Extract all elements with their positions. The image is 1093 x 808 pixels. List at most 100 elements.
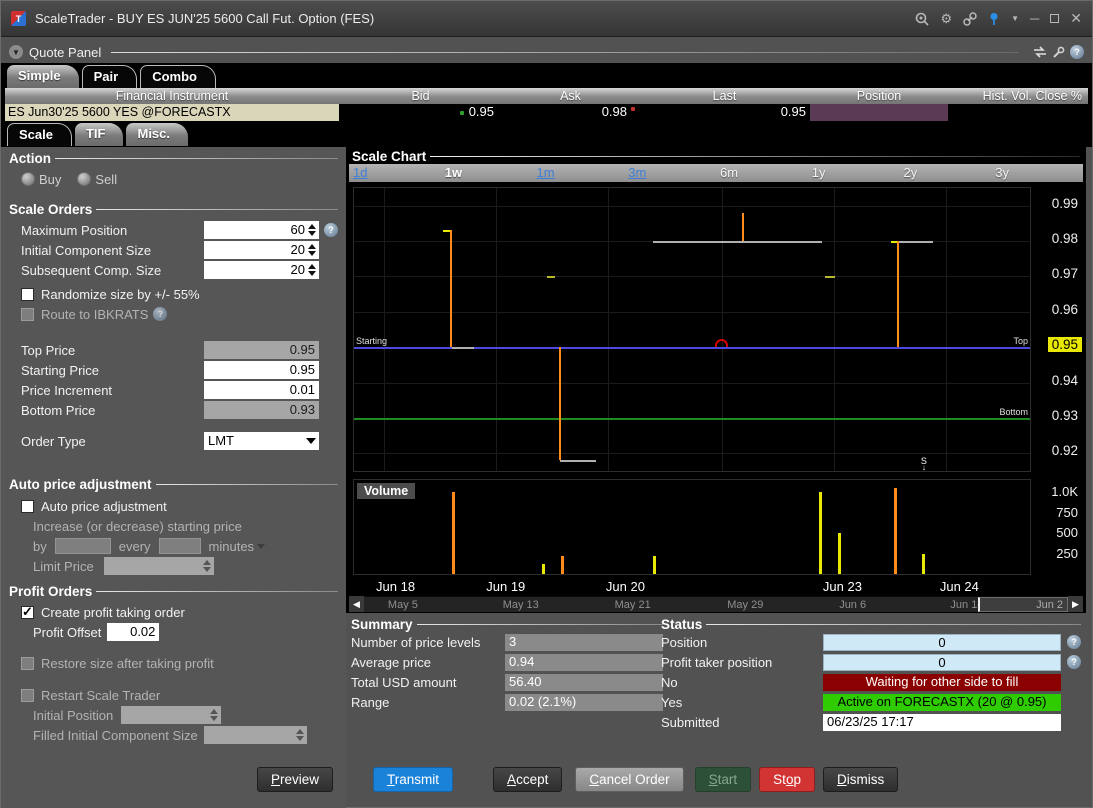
scale-chart-header: Scale Chart [346,147,1086,163]
scrollbar-thumb[interactable]: Jun 2 [978,597,1068,612]
price-tick: 0.94 [1052,373,1078,388]
top-price-field: 0.95 [204,341,319,359]
wrench-icon[interactable] [1052,46,1065,59]
zoom-icon[interactable] [915,12,929,26]
price-segment [898,241,933,243]
cancel-order-button[interactable]: Cancel Order [575,767,683,792]
subsequent-component-field[interactable]: 20 [204,261,319,279]
gear-icon[interactable]: ⚙ [940,12,952,25]
gridline [354,276,1030,277]
max-position-help-icon[interactable] [324,223,338,237]
help-icon[interactable] [1070,45,1084,59]
tab-misc[interactable]: Misc. [126,123,188,146]
quote-row[interactable]: ES Jun30'25 5600 YES @FORECASTX 0.95 0.9… [5,104,1088,121]
action-buttons: PreviewTransmitAcceptCancel OrderStartSt… [257,767,898,792]
minimize-icon[interactable]: ─ [1030,12,1039,25]
profit-taker-help-icon[interactable] [1067,655,1081,669]
tab-pair[interactable]: Pair [82,65,138,88]
volume-plot[interactable]: Volume [353,479,1031,575]
summary-label: Number of price levels [351,635,505,650]
price-tick: 0.98 [1052,231,1078,246]
position-help-icon[interactable] [1067,635,1081,649]
bid-cell[interactable]: 0.95 [339,104,502,121]
stop-button[interactable]: Stop [759,767,815,792]
hist-vol-cell[interactable] [948,104,1088,121]
summary-label: Range [351,695,505,710]
active-status-badge: Active on FORECASTX (20 @ 0.95) [823,694,1061,711]
profit-offset-field[interactable]: 0.02 [107,623,159,641]
route-ibkrats-label: Route to IBKRATS [41,307,148,322]
maximize-icon[interactable] [1050,14,1059,23]
price-level-label: Top [1013,336,1028,346]
spinner-icon[interactable] [306,262,318,278]
swap-icon[interactable] [1033,46,1047,58]
position-cell[interactable] [810,104,948,121]
sell-radio [77,172,91,186]
col-financial-instrument: Financial Instrument [5,88,339,104]
tab-tif[interactable]: TIF [75,123,124,146]
subsequent-component-row: Subsequent Comp. Size 20 [9,260,338,280]
price-spike [450,230,452,347]
sell-label: Sell [95,172,117,187]
filled-initial-field [204,726,307,744]
tab-combo[interactable]: Combo [140,65,216,88]
scaletrader-window: T ScaleTrader - BUY ES JUN'25 5600 Call … [0,0,1093,808]
ask-cell[interactable]: 0.98 [502,104,639,121]
preview-button[interactable]: Preview [257,767,333,792]
initial-position-field [121,706,221,724]
starting-price-field[interactable]: 0.95 [204,361,319,379]
scroll-right-icon[interactable]: ▶ [1068,596,1083,612]
caret-down-icon[interactable]: ▼ [1011,12,1019,25]
x-axis-label: Jun 19 [486,579,525,594]
spinner-icon[interactable] [306,222,318,238]
order-type-dropdown[interactable]: LMT [204,432,319,450]
summary-value: 0.02 (2.1%) [505,694,663,711]
price-tick: 0.96 [1052,302,1078,317]
initial-component-field[interactable]: 20 [204,241,319,259]
range-tab-1m[interactable]: 1m [533,164,625,182]
dismiss-button[interactable]: Dismiss [823,767,898,792]
auto-price-checkbox[interactable] [21,500,34,513]
link-icon[interactable] [963,12,977,26]
auto-price-row: Auto price adjustment [9,496,338,516]
price-tick: 0.92 [1052,443,1078,458]
close-icon[interactable]: ✕ [1070,12,1082,25]
randomize-checkbox[interactable] [21,288,34,301]
tab-scale[interactable]: Scale [7,123,72,146]
scroll-left-icon[interactable]: ◀ [349,596,364,612]
price-tick: 0.99 [1052,196,1078,211]
tab-simple[interactable]: Simple [7,65,79,88]
volume-tick: 250 [1056,546,1078,561]
transmit-button[interactable]: Transmit [373,767,453,792]
collapse-caret-icon[interactable]: ▼ [9,45,23,59]
col-ask: Ask [502,88,639,104]
range-tab-1w[interactable]: 1w [441,164,533,182]
price-plot[interactable]: StartingTopBottomS↓ [353,187,1031,472]
price-increment-field[interactable]: 0.01 [204,381,319,399]
range-tab-3m[interactable]: 3m [624,164,716,182]
volume-bar [819,492,822,574]
scroll-track[interactable]: May 5May 13May 21May 29Jun 6Jun 14Jun 2 [364,596,1068,612]
x-axis-label: Jun 24 [940,579,979,594]
price-tick: 0.95 [1048,337,1082,352]
pin-icon[interactable] [988,12,1000,26]
scrollbar-date: Jun 6 [839,599,866,611]
spinner-icon[interactable] [306,242,318,258]
minutes-caret-icon [257,544,265,549]
accept-button[interactable]: Accept [493,767,562,792]
gridline [834,188,835,471]
create-profit-label: Create profit taking order [41,605,185,620]
last-cell[interactable]: 0.95 [639,104,810,121]
max-position-field[interactable]: 60 [204,221,319,239]
create-profit-checkbox[interactable] [21,606,34,619]
main-tab-strip: Scale TIF Misc. [1,121,1092,147]
volume-axis: 1.0K750500250 [1032,479,1086,575]
summary-label: Total USD amount [351,675,505,690]
range-tab-1d[interactable]: 1d [349,164,441,182]
gridline [354,312,1030,313]
limit-price-row: Limit Price [9,556,338,576]
volume-tick: 1.0K [1051,484,1078,499]
instrument-cell[interactable]: ES Jun30'25 5600 YES @FORECASTX [5,104,339,121]
profit-orders-section-header: Profit Orders [9,584,338,599]
summary-section: Summary Number of price levels3 Average … [351,615,663,712]
